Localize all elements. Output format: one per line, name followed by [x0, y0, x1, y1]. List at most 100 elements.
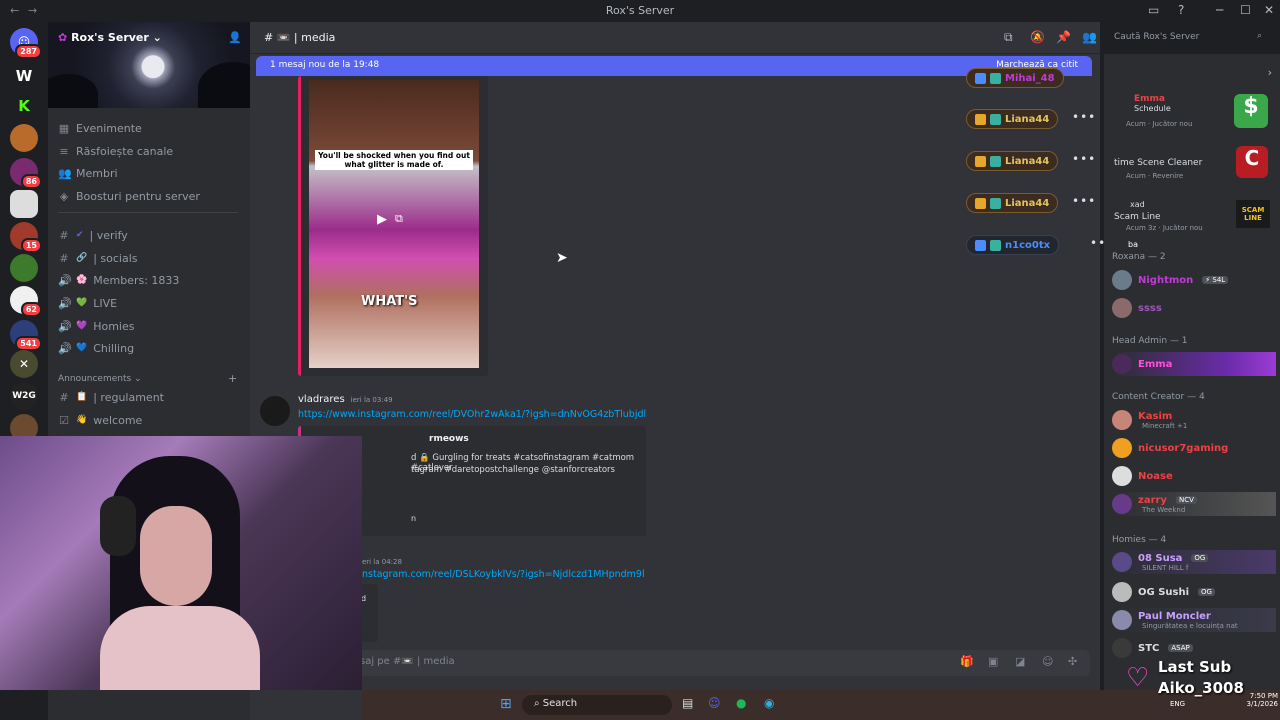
taskbar-search[interactable]: ⌕ Search — [522, 695, 672, 715]
category-announcements[interactable]: Announcements ⌄ — [58, 374, 142, 384]
member-list-icon[interactable]: 👥 — [1082, 30, 1097, 44]
message-link[interactable]: nstagram.com/reel/DSLKoybklVs/?igsh=Njdl… — [362, 569, 645, 580]
server-avatar-icon[interactable]: 86 — [10, 158, 42, 189]
badge-icon — [975, 239, 986, 251]
server-avatar-icon[interactable] — [10, 124, 38, 152]
divider — [58, 212, 238, 213]
discord-icon[interactable]: ☺ — [708, 696, 721, 710]
add-channel-icon[interactable]: + — [228, 372, 237, 385]
close-button[interactable]: ✕ — [1264, 3, 1274, 17]
badge-icon — [990, 197, 1001, 209]
nav-server-boosts[interactable]: ◈ Boosturi pentru server — [58, 187, 242, 205]
gif-icon[interactable]: ▣ — [988, 655, 998, 668]
speaker-icon: 🔊 — [58, 296, 72, 310]
avatar[interactable] — [260, 396, 290, 426]
channel-regulament[interactable]: # 📋 | regulament — [58, 388, 242, 406]
server-avatar-icon[interactable]: 541 — [10, 320, 42, 351]
chevron-right-icon[interactable]: › — [1268, 66, 1272, 79]
voice-channel-chilling[interactable]: 🔊 💙 Chilling — [58, 339, 242, 357]
member-list: › Emma Schedule Acum · Jucător nou $ tim… — [1104, 54, 1280, 720]
member-row[interactable]: Noase — [1112, 464, 1276, 488]
emoji-icon[interactable]: ☺ — [1042, 655, 1053, 668]
voice-channel-live[interactable]: 🔊 💚 LIVE — [58, 294, 242, 312]
home-discord-icon[interactable]: ☺ 287 — [10, 28, 42, 59]
more-options-icon[interactable]: ••• — [1072, 194, 1096, 208]
speaker-icon: 🔊 — [58, 273, 72, 287]
open-external-icon[interactable]: ⧉ — [395, 212, 403, 226]
windows-start-icon[interactable]: ⊞ — [500, 696, 512, 712]
message-timestamp: ieri la 03:49 — [350, 396, 393, 404]
unread-badge: 541 — [15, 336, 42, 351]
minimize-button[interactable]: ─ — [1216, 3, 1223, 17]
avatar — [1112, 438, 1132, 458]
channel-name: # 📼 | media — [264, 31, 336, 44]
help-icon[interactable]: ? — [1178, 3, 1184, 17]
overlay-user-pill: Liana44 — [966, 193, 1059, 213]
heart-icon: ♡ — [1126, 663, 1150, 693]
chevron-down-icon: ⌄ — [152, 31, 162, 44]
threads-icon[interactable]: ⧉ — [1004, 30, 1013, 45]
avatar — [1112, 410, 1132, 430]
message-author[interactable]: vladrares ieri la 03:49 — [298, 394, 393, 405]
member-row[interactable]: zarry NCV The Weeknd — [1112, 492, 1276, 516]
member-row[interactable]: 08 Susa OG SILENT HILL f — [1112, 550, 1276, 574]
game-icon: C — [1236, 146, 1268, 178]
server-kick-icon[interactable]: K — [10, 92, 38, 120]
nav-members[interactable]: 👥 Membri — [58, 164, 242, 182]
maximize-button[interactable]: ☐ — [1240, 3, 1251, 17]
inbox-icon[interactable]: ▭ — [1148, 3, 1159, 17]
server-w-icon[interactable]: W — [10, 62, 38, 90]
message-input[interactable]: saj pe #📼 | media 🎁 ▣ ◪ ☺ ✣ — [350, 650, 1090, 676]
server-avatar-icon[interactable]: 15 — [10, 222, 42, 253]
activity-status: Acum 3z · Jucător nou — [1126, 224, 1203, 232]
member-row[interactable]: nicusor7gaming — [1112, 436, 1276, 460]
member-row[interactable]: Nightmon ⚡ S4L — [1112, 268, 1276, 292]
unread-badge: 86 — [20, 174, 42, 189]
more-options-icon[interactable]: ••• — [1072, 152, 1096, 166]
channel-header: # 📼 | media ⧉ 🔕 📌 👥 — [250, 22, 1100, 54]
video-thumbnail[interactable]: You'll be shocked when you find out what… — [309, 80, 479, 368]
channel-verify[interactable]: # ✔ | verify — [58, 226, 242, 244]
embed-footer: n — [411, 514, 417, 523]
gift-icon[interactable]: 🎁 — [960, 655, 974, 668]
hash-icon: # — [59, 251, 69, 265]
member-row[interactable]: ssss — [1112, 296, 1276, 320]
game-icon: $ — [1234, 94, 1268, 128]
apps-icon[interactable]: ✣ — [1068, 655, 1077, 668]
channel-welcome[interactable]: ☑ 👋 welcome — [58, 411, 242, 429]
window-title: Rox's Server — [605, 4, 675, 17]
server-avatar-icon[interactable]: 62 — [10, 286, 42, 317]
activity-user-name: xad — [1130, 200, 1145, 209]
nav-browse-channels[interactable]: ≡ Răsfoiește canale — [58, 142, 242, 160]
server-name-dropdown[interactable]: ✿ Rox's Server ⌄ — [58, 31, 162, 44]
embed-title[interactable]: rmeows — [429, 434, 469, 444]
role-group-header: Content Creator — 4 — [1112, 392, 1205, 402]
member-row[interactable]: OG Sushi OG — [1112, 580, 1276, 604]
server-avatar-icon[interactable]: ✕ — [10, 350, 38, 378]
notification-bell-icon[interactable]: 🔕 — [1030, 30, 1045, 44]
server-icon: ✿ — [58, 31, 68, 44]
voice-channel-homies[interactable]: 🔊 💜 Homies — [58, 317, 242, 335]
search-input[interactable]: Caută Rox's Server ⌕ — [1108, 28, 1268, 48]
server-avatar-icon[interactable] — [10, 254, 38, 282]
message-link[interactable]: https://www.instagram.com/reel/DVOhr2wAk… — [298, 409, 646, 420]
voice-channel-members[interactable]: 🔊 🌸 Members: 1833 — [58, 271, 242, 289]
spotify-icon[interactable]: ● — [736, 696, 746, 710]
server-avatar-icon[interactable] — [10, 190, 38, 218]
file-explorer-icon[interactable]: ▤ — [682, 696, 693, 710]
edge-icon[interactable]: ◉ — [764, 696, 774, 710]
play-icon[interactable]: ▶ — [377, 212, 387, 227]
boost-icon: ◈ — [59, 189, 69, 203]
pin-icon[interactable]: 📌 — [1056, 30, 1071, 44]
sticker-icon[interactable]: ◪ — [1015, 655, 1025, 668]
channel-socials[interactable]: # 🔗 | socials — [58, 249, 242, 267]
nav-events[interactable]: ▦ Evenimente — [58, 119, 242, 137]
server-avatar-icon[interactable]: W2G — [10, 382, 38, 410]
activity-title: Schedule — [1134, 104, 1171, 113]
more-options-icon[interactable]: ••• — [1072, 110, 1096, 124]
member-row[interactable]: Emma — [1112, 352, 1276, 376]
member-row[interactable]: Kasim Minecraft +1 — [1112, 408, 1276, 432]
invite-people-icon[interactable]: 👤 — [228, 31, 242, 44]
language-indicator[interactable]: ENG — [1170, 700, 1185, 708]
member-row[interactable]: Paul Moncler Singurătatea e locuința nat — [1112, 608, 1276, 632]
